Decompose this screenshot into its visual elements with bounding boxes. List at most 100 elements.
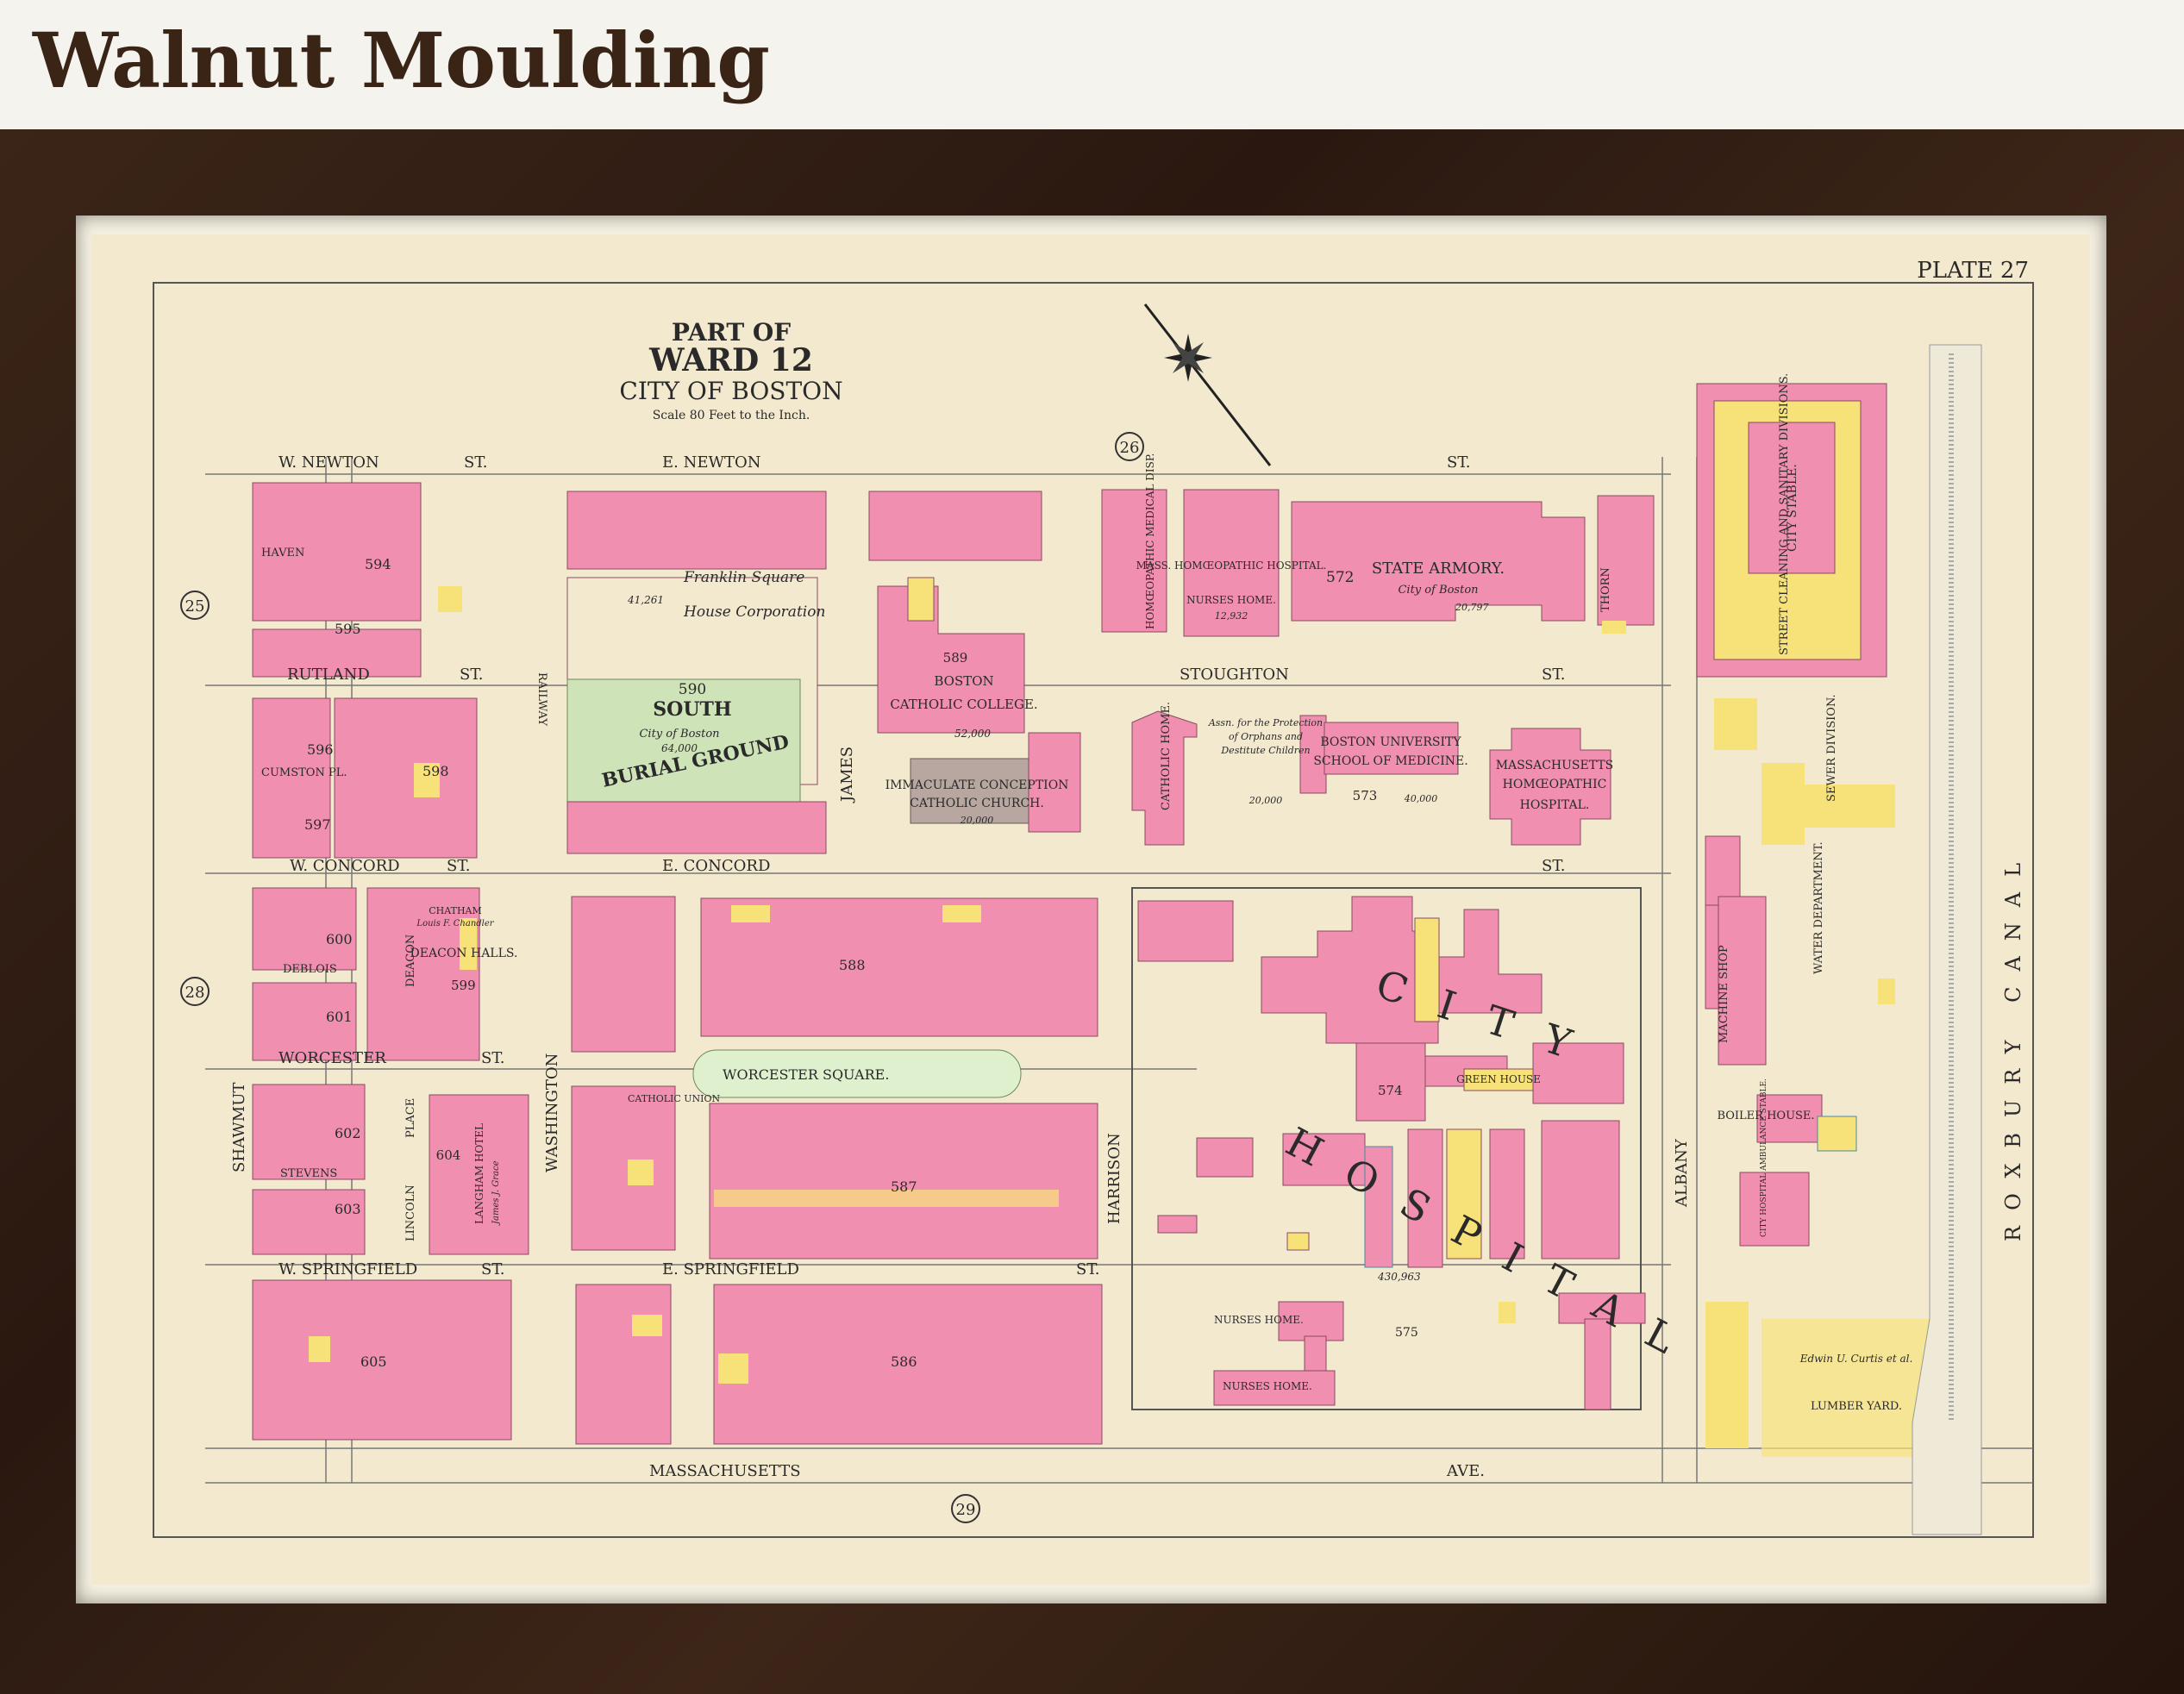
college-boston: BOSTON xyxy=(934,673,993,689)
langham-owner: James J. Grace xyxy=(491,1160,501,1226)
burial-owner: City of Boston xyxy=(639,728,719,741)
water-department-label: WATER DEPARTMENT. xyxy=(1812,841,1825,974)
street-st-8: ST. xyxy=(481,1260,504,1278)
orphans-line-3: Destitute Children xyxy=(1220,745,1310,756)
street-haven: HAVEN xyxy=(261,547,304,559)
mass-homeo-line-1: MASSACHUSETTS xyxy=(1496,759,1614,772)
langham-lot: 604 xyxy=(436,1147,461,1163)
franklin-square-label: Franklin Square xyxy=(683,569,804,586)
street-w-concord: W. CONCORD xyxy=(290,857,400,875)
street-place: PLACE xyxy=(404,1098,417,1138)
homeopathic-disp: HOMŒOPATHIC MEDICAL DISP. xyxy=(1144,453,1156,629)
orphans-line-2: of Orphans and xyxy=(1229,731,1303,742)
title-ward: WARD 12 xyxy=(648,342,813,378)
bu-lot: 573 xyxy=(1353,788,1378,803)
lumber-yard-label: LUMBER YARD. xyxy=(1811,1400,1902,1413)
church-line-2: CATHOLIC CHURCH. xyxy=(910,797,1044,810)
street-ave: AVE. xyxy=(1446,1462,1485,1480)
mass-homeo-line-3: HOSPITAL. xyxy=(1520,798,1590,812)
page-title: Walnut Moulding xyxy=(33,16,770,105)
street-e-newton: E. NEWTON xyxy=(662,453,761,472)
franklin-corp-label: House Corporation xyxy=(683,603,825,621)
bu-line-2: SCHOOL OF MEDICINE. xyxy=(1313,754,1467,768)
armory-lot: 572 xyxy=(1326,569,1354,586)
block-596: 596 xyxy=(307,741,334,758)
svg-text:29: 29 xyxy=(956,1501,976,1519)
college-area: 52,000 xyxy=(954,728,991,740)
orphans-line-1: Assn. for the Protection xyxy=(1208,717,1323,728)
ambulance-stable-label: CITY HOSPITAL AMBULANCE STABLE. xyxy=(1760,1078,1768,1237)
street-worcester: WORCESTER xyxy=(278,1049,386,1067)
street-st-6: ST. xyxy=(1542,857,1565,875)
block-602: 602 xyxy=(335,1125,361,1141)
homeo-nurses: NURSES HOME. xyxy=(1186,594,1276,606)
street-railway: RAILWAY xyxy=(535,672,548,726)
block-601: 601 xyxy=(326,1009,353,1025)
street-cumston-pl: CUMSTON PL. xyxy=(261,766,347,779)
chandler-label: Louis F. Chandler xyxy=(416,919,494,928)
street-rutland: RUTLAND xyxy=(287,666,370,684)
college-lot: 589 xyxy=(943,650,968,666)
street-washington: WASHINGTON xyxy=(543,1053,561,1172)
street-st-4: ST. xyxy=(1542,666,1565,684)
block-595: 595 xyxy=(335,621,361,637)
church-area: 20,000 xyxy=(960,815,994,826)
homeo-area: 12,932 xyxy=(1215,610,1248,622)
catholic-home-label: CATHOLIC HOME. xyxy=(1160,702,1173,810)
page-header: Walnut Moulding xyxy=(0,0,2184,129)
armory-owner: City of Boston xyxy=(1398,584,1478,597)
svg-text:28: 28 xyxy=(185,984,205,1002)
armory-name: STATE ARMORY. xyxy=(1372,559,1505,578)
homeo-hosp-line: MASS. HOMŒOPATHIC HOSPITAL. xyxy=(1136,559,1327,572)
block-597: 597 xyxy=(304,816,331,833)
walnut-frame: PLATE 27 PART OF WARD 12 CITY OF BOSTON … xyxy=(0,129,2184,1694)
church-line-1: IMMACULATE CONCEPTION xyxy=(885,778,1069,792)
street-worcester-square: WORCESTER SQUARE. xyxy=(723,1066,889,1083)
nurses-home-1: NURSES HOME. xyxy=(1214,1314,1304,1326)
block-598: 598 xyxy=(422,763,449,779)
franklin-area: 41,261 xyxy=(627,594,664,606)
hospital-lot-574: 574 xyxy=(1378,1083,1403,1098)
street-deblois: DEBLOIS xyxy=(283,963,337,976)
south-burial-ground xyxy=(566,491,827,854)
block-587: 587 xyxy=(891,1178,917,1195)
bu-area: 40,000 xyxy=(1404,793,1438,804)
green-house-label: GREEN HOUSE xyxy=(1456,1073,1541,1085)
hospital-area: 430,963 xyxy=(1377,1271,1421,1283)
nurses-home-2: NURSES HOME. xyxy=(1223,1380,1312,1392)
machine-shop-label: MACHINE SHOP xyxy=(1718,945,1730,1043)
title-scale: Scale 80 Feet to the Inch. xyxy=(653,409,810,422)
street-roxbury-canal: ROXBURY CANAL xyxy=(2001,847,2025,1241)
city-stable-label: CITY STABLE. xyxy=(1786,464,1799,552)
street-lincoln: LINCOLN xyxy=(404,1185,417,1241)
chatham-label: CHATHAM xyxy=(429,905,482,916)
deacon-lot: 599 xyxy=(451,978,476,993)
catholic-union-label: CATHOLIC UNION xyxy=(628,1093,721,1104)
block-586: 586 xyxy=(891,1353,917,1370)
mass-homeo-line-2: HOMŒOPATHIC xyxy=(1503,778,1607,791)
street-st-3: ST. xyxy=(460,666,483,684)
street-stoughton: STOUGHTON xyxy=(1180,666,1289,684)
block-603: 603 xyxy=(335,1201,361,1217)
hospital-lot-575: 575 xyxy=(1395,1326,1418,1340)
lumber-owner: Edwin U. Curtis et al. xyxy=(1799,1353,1913,1365)
frame-matting: PLATE 27 PART OF WARD 12 CITY OF BOSTON … xyxy=(76,216,2106,1603)
street-w-springfield: W. SPRINGFIELD xyxy=(278,1260,417,1278)
street-thorn: THORN xyxy=(1599,567,1612,612)
street-st-9: ST. xyxy=(1076,1260,1099,1278)
burial-area: 64,000 xyxy=(661,742,698,754)
street-shawmut: SHAWMUT xyxy=(230,1083,248,1172)
street-stevens: STEVENS xyxy=(280,1167,337,1180)
deacon-halls-label: DEACON HALLS. xyxy=(410,947,518,960)
street-w-newton: W. NEWTON xyxy=(278,453,379,472)
block-588: 588 xyxy=(839,957,866,973)
burial-south: SOUTH xyxy=(653,698,731,721)
title-city: CITY OF BOSTON xyxy=(619,377,842,405)
map-plate: PLATE 27 PART OF WARD 12 CITY OF BOSTON … xyxy=(91,234,2090,1585)
street-st-7: ST. xyxy=(481,1049,504,1067)
block-605: 605 xyxy=(360,1353,387,1370)
block-594: 594 xyxy=(365,556,391,572)
svg-text:26: 26 xyxy=(1120,439,1140,457)
langham-name: LANGHAM HOTEL xyxy=(473,1123,485,1224)
orphans-area: 20,000 xyxy=(1248,795,1283,806)
